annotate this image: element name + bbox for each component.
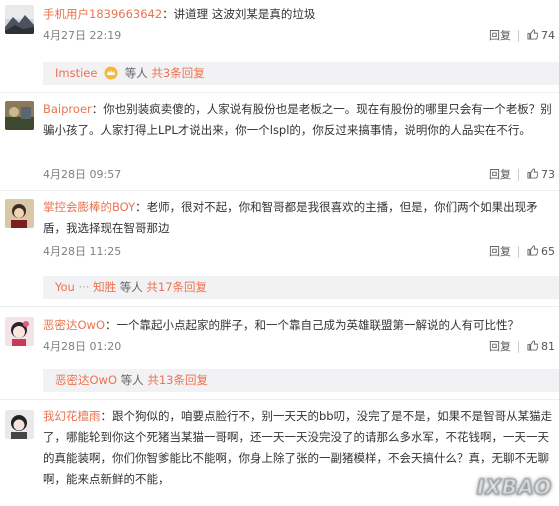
landscape-avatar-icon[interactable] — [5, 5, 34, 34]
more-replies-link[interactable]: 共17条回复 — [146, 280, 207, 294]
divider — [518, 30, 519, 42]
comment-item: 掌控会膨棒的BOY：老师，很对不起，你和智哥都是我很喜欢的主播，但是，你们两个如… — [0, 191, 559, 269]
comment-item: 恶密达OwO：一个靠起小点起家的胖子，和一个靠自己成为英雄联盟第一解说的人有可比… — [0, 307, 559, 363]
reply-username[interactable]: Imstiee — [55, 66, 97, 80]
reply-suffix: 等人 — [124, 66, 148, 80]
like-count: 73 — [541, 168, 555, 181]
comment-text: Baiproer：你也别装疯卖傻的，人家说有股份也是老板之一。现在有股份的哪里只… — [43, 99, 553, 141]
reply-button[interactable]: 回复 — [489, 243, 511, 261]
more-replies-link[interactable]: 共3条回复 — [151, 66, 204, 80]
comment-item: Baiproer：你也别装疯卖傻的，人家说有股份也是老板之一。现在有股份的哪里只… — [0, 93, 559, 190]
comment-username[interactable]: 恶密达OwO — [43, 318, 105, 332]
comment-time: 4月28日 01:20 — [43, 340, 122, 353]
comment-username[interactable]: Baiproer — [43, 102, 92, 116]
comment-username[interactable]: 手机用户1839663642 — [43, 7, 162, 21]
girl-avatar-icon[interactable] — [5, 410, 34, 439]
thumb-up-icon — [527, 340, 538, 351]
divider — [518, 169, 519, 181]
reply-username-2[interactable]: 知胜 — [93, 280, 116, 294]
like-button[interactable]: 73 — [527, 166, 555, 184]
reply-username[interactable]: 恶密达OwO — [55, 373, 117, 387]
reply-suffix: 等人 — [120, 373, 144, 387]
comment-username[interactable]: 我幻花檀雨 — [43, 409, 101, 423]
watermark-text: IXBAO — [477, 475, 552, 499]
reply-button[interactable]: 回复 — [489, 166, 511, 184]
crown-badge-icon — [104, 66, 118, 80]
dots-icon: ··· — [78, 280, 94, 294]
comment-text: 恶密达OwO：一个靠起小点起家的胖子，和一个靠自己成为英雄联盟第一解说的人有可比… — [43, 315, 553, 336]
comment-time: 4月28日 11:25 — [43, 245, 122, 258]
comment-meta: 4月28日 01:20 回复 81 — [43, 338, 559, 356]
reply-suffix: 等人 — [119, 280, 143, 294]
comment-body: ：讲道理 这波刘某是真的垃圾 — [162, 7, 316, 21]
reply-username[interactable]: You — [55, 280, 75, 294]
thumb-up-icon — [527, 245, 538, 256]
comment-body: ：你也别装疯卖傻的，人家说有股份也是老板之一。现在有股份的哪里只会有一个老板？别… — [43, 102, 552, 137]
thumb-up-icon — [527, 168, 538, 179]
replies-summary[interactable]: Imstiee 等人 共3条回复 — [43, 62, 559, 85]
replies-summary[interactable]: You ··· 知胜 等人 共17条回复 — [43, 276, 559, 299]
comment-time: 4月27日 22:19 — [43, 29, 122, 42]
like-count: 74 — [541, 29, 555, 42]
character-avatar-icon[interactable] — [5, 199, 34, 228]
comment-text: 手机用户1839663642：讲道理 这波刘某是真的垃圾 — [43, 4, 553, 25]
reply-button[interactable]: 回复 — [489, 338, 511, 356]
comment-text: 掌控会膨棒的BOY：老师，很对不起，你和智哥都是我很喜欢的主播，但是，你们两个如… — [43, 197, 553, 239]
reply-button[interactable]: 回复 — [489, 27, 511, 45]
divider — [518, 246, 519, 258]
divider — [518, 341, 519, 353]
like-button[interactable]: 74 — [527, 27, 555, 45]
comment-meta: 4月27日 22:19 回复 74 — [43, 27, 559, 45]
comment-item: 手机用户1839663642：讲道理 这波刘某是真的垃圾 4月27日 22:19… — [0, 0, 559, 62]
photo-avatar-icon[interactable] — [5, 101, 34, 130]
thumb-up-icon — [527, 29, 538, 40]
like-count: 81 — [541, 340, 555, 353]
like-button[interactable]: 65 — [527, 243, 555, 261]
comment-meta: 4月28日 09:57 回复 73 — [43, 166, 559, 184]
replies-summary[interactable]: 恶密达OwO 等人 共13条回复 — [43, 369, 559, 392]
more-replies-link[interactable]: 共13条回复 — [147, 373, 208, 387]
comment-body: ：一个靠起小点起家的胖子，和一个靠自己成为英雄联盟第一解说的人有可比性？ — [105, 318, 520, 332]
comment-username[interactable]: 掌控会膨棒的BOY — [43, 200, 135, 214]
like-count: 65 — [541, 245, 555, 258]
like-button[interactable]: 81 — [527, 338, 555, 356]
comment-meta: 4月28日 11:25 回复 65 — [43, 243, 559, 261]
anime-avatar-icon[interactable] — [5, 317, 34, 346]
site-watermark-logo: IXBAO — [473, 471, 559, 501]
comment-time: 4月28日 09:57 — [43, 168, 122, 181]
